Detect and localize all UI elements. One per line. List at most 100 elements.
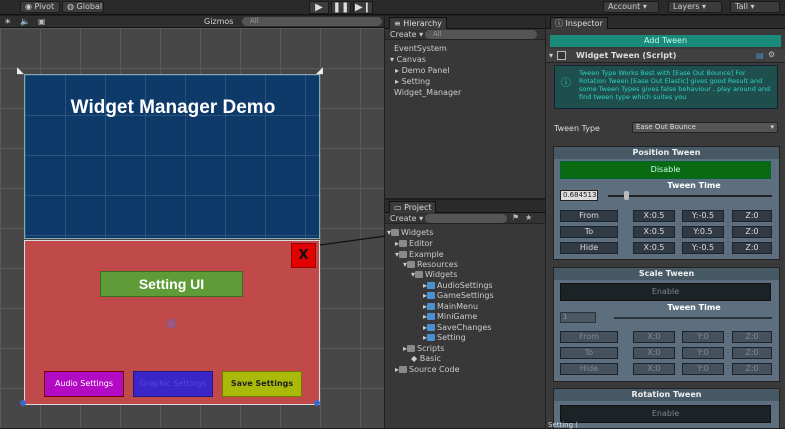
position-from-z[interactable]: Z:0 bbox=[732, 210, 772, 222]
project-tab-label: Project bbox=[404, 203, 432, 212]
info-icon: ⓘ bbox=[555, 19, 563, 28]
scale-from-z[interactable]: Z:0 bbox=[732, 331, 772, 343]
position-hide-y[interactable]: Y:-0.5 bbox=[682, 242, 724, 254]
list-item[interactable]: Widget_Manager bbox=[394, 88, 461, 98]
scale-time-input[interactable]: 1 bbox=[560, 312, 596, 323]
list-item-label: Setting bbox=[401, 77, 431, 86]
list-item[interactable]: ▸ Source Code bbox=[395, 365, 460, 375]
scale-to-button[interactable]: To bbox=[560, 347, 618, 359]
scale-hide-button[interactable]: Hide bbox=[560, 363, 618, 375]
position-to-y[interactable]: Y:0.5 bbox=[682, 226, 724, 238]
scale-to-x[interactable]: X:0 bbox=[633, 347, 675, 359]
tab-hierarchy[interactable]: ≡ Hierarchy bbox=[389, 17, 447, 29]
folder-icon bbox=[399, 251, 408, 258]
position-hide-z[interactable]: Z:0 bbox=[732, 242, 772, 254]
add-tween-button[interactable]: Add Tween bbox=[550, 35, 781, 47]
position-time-slider[interactable] bbox=[608, 195, 772, 197]
scale-toggle-button[interactable]: Enable bbox=[560, 283, 771, 301]
position-hide-button[interactable]: Hide bbox=[560, 242, 618, 254]
list-item[interactable]: ▾ Canvas bbox=[390, 55, 426, 65]
chevron-down-icon: ▾ bbox=[390, 55, 395, 64]
position-to-button[interactable]: To bbox=[560, 226, 618, 238]
inspector-tab-label: Inspector bbox=[565, 19, 603, 28]
filter-icon[interactable]: ⚑ bbox=[512, 213, 519, 222]
prefab-icon bbox=[427, 324, 436, 331]
help-book-icon[interactable]: ▤ bbox=[756, 51, 764, 60]
position-from-button[interactable]: From bbox=[560, 210, 618, 222]
folder-icon bbox=[407, 261, 416, 268]
enable-checkbox[interactable] bbox=[557, 51, 566, 60]
position-hide-x[interactable]: X:0.5 bbox=[633, 242, 675, 254]
project-subbar: Create ▾ ⚑ ★ bbox=[385, 213, 545, 224]
list-item-label: MainMenu bbox=[437, 302, 479, 311]
tab-project[interactable]: ▭ Project bbox=[389, 201, 437, 213]
position-to-x[interactable]: X:0.5 bbox=[633, 226, 675, 238]
position-tween-section: Position Tween Disable Tween Time 0.6845… bbox=[553, 146, 780, 260]
star-icon[interactable]: ★ bbox=[525, 213, 532, 222]
project-search-input[interactable] bbox=[425, 214, 507, 223]
list-item-label: Widgets bbox=[425, 270, 458, 279]
scale-time-slider[interactable] bbox=[614, 317, 772, 319]
prefab-icon bbox=[427, 334, 436, 341]
list-item[interactable]: ▾ Widgets bbox=[411, 270, 457, 280]
list-item[interactable]: ◆ Basic bbox=[411, 354, 441, 364]
scale-from-y[interactable]: Y:0 bbox=[682, 331, 724, 343]
scale-hide-x[interactable]: X:0 bbox=[633, 363, 675, 375]
scale-hide-y[interactable]: Y:0 bbox=[682, 363, 724, 375]
list-item[interactable]: ▸ AudioSettings bbox=[423, 281, 493, 291]
list-icon: ≡ bbox=[394, 19, 401, 28]
help-text: Tween Type Works Best with [Ease Out Bou… bbox=[579, 69, 771, 101]
list-item-label: Scripts bbox=[417, 344, 445, 353]
rotation-tween-section: Rotation Tween Enable bbox=[553, 388, 780, 428]
folder-icon bbox=[407, 345, 416, 352]
scale-from-x[interactable]: X:0 bbox=[633, 331, 675, 343]
folder-icon bbox=[415, 271, 424, 278]
position-from-x[interactable]: X:0.5 bbox=[633, 210, 675, 222]
scale-from-button[interactable]: From bbox=[560, 331, 618, 343]
list-item-label: Source Code bbox=[409, 365, 460, 374]
list-item[interactable]: ▾ Example bbox=[395, 250, 444, 260]
hierarchy-create-dropdown[interactable]: Create ▾ bbox=[390, 30, 423, 39]
position-to-z[interactable]: Z:0 bbox=[732, 226, 772, 238]
list-item[interactable]: ▸ GameSettings bbox=[423, 291, 494, 301]
list-item[interactable]: ▸ Scripts bbox=[403, 344, 444, 354]
tween-type-dropdown[interactable]: Ease Out Bounce ▾ bbox=[632, 122, 778, 133]
hierarchy-search-input[interactable]: All bbox=[425, 30, 537, 39]
tab-inspector[interactable]: ⓘ Inspector bbox=[550, 17, 608, 29]
list-item-label: Example bbox=[409, 250, 444, 259]
prefab-icon bbox=[427, 292, 436, 299]
chevron-down-icon[interactable]: ▾ bbox=[549, 51, 553, 60]
list-item[interactable]: ▸ MainMenu bbox=[423, 302, 478, 312]
list-item[interactable]: ▸ Demo Panel bbox=[395, 66, 449, 76]
scale-time-label: Tween Time bbox=[667, 303, 721, 312]
position-time-input[interactable]: 0.684513 bbox=[560, 190, 598, 201]
list-item[interactable]: ▸ Setting bbox=[423, 333, 466, 343]
position-toggle-button[interactable]: Disable bbox=[560, 161, 771, 179]
list-item-label: SaveChanges bbox=[437, 323, 492, 332]
list-item[interactable]: ▸ Setting bbox=[395, 77, 430, 87]
hierarchy-panel: ≡ Hierarchy Create ▾ All EventSystem ▾ C… bbox=[385, 16, 545, 198]
scale-tween-section: Scale Tween Enable Tween Time 1 From X:0… bbox=[553, 267, 780, 382]
scale-hide-z[interactable]: Z:0 bbox=[732, 363, 772, 375]
hierarchy-search-placeholder: All bbox=[433, 30, 442, 38]
list-item[interactable]: ▸ Editor bbox=[395, 239, 433, 249]
scale-to-z[interactable]: Z:0 bbox=[732, 347, 772, 359]
project-create-label: Create bbox=[390, 214, 417, 223]
position-from-y[interactable]: Y:-0.5 bbox=[682, 210, 724, 222]
list-item[interactable]: ▾ Widgets bbox=[387, 228, 433, 238]
list-item[interactable]: ▸ MiniGame bbox=[423, 312, 477, 322]
list-item[interactable]: ▸ SaveChanges bbox=[423, 323, 491, 333]
project-create-dropdown[interactable]: Create ▾ bbox=[390, 214, 423, 223]
position-time-slider-thumb[interactable] bbox=[624, 191, 629, 200]
list-item-label: MiniGame bbox=[437, 312, 478, 321]
scale-to-y[interactable]: Y:0 bbox=[682, 347, 724, 359]
list-item[interactable]: EventSystem bbox=[394, 44, 447, 54]
gear-icon[interactable]: ⚙ bbox=[768, 50, 775, 59]
prefab-icon bbox=[427, 303, 436, 310]
folder-icon bbox=[399, 240, 408, 247]
hierarchy-tab-label: Hierarchy bbox=[403, 19, 442, 28]
rotation-toggle-button[interactable]: Enable bbox=[560, 405, 771, 423]
info-icon: ⓘ bbox=[561, 78, 571, 89]
position-time-label: Tween Time bbox=[667, 181, 721, 190]
list-item[interactable]: ▾ Resources bbox=[403, 260, 458, 270]
